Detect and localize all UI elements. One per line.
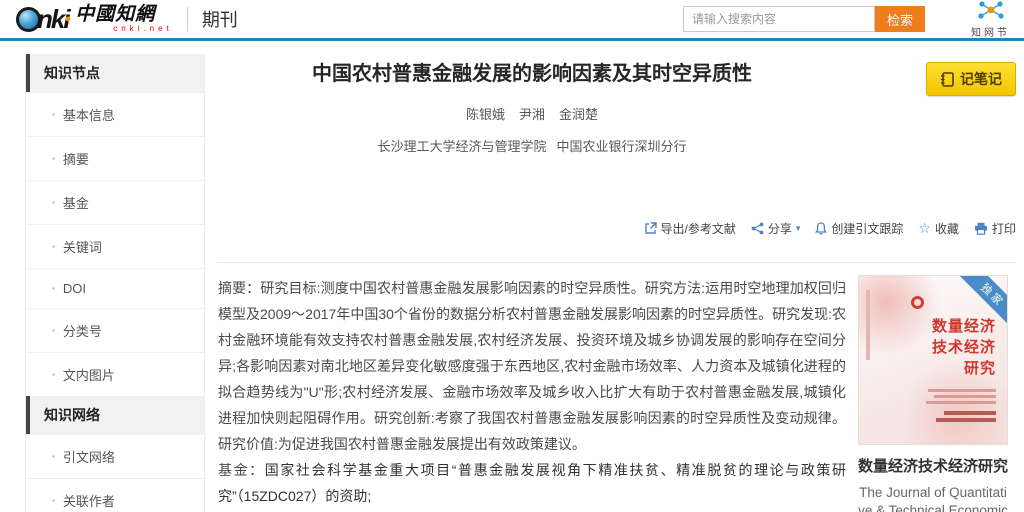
cover-art — [858, 275, 941, 356]
sidebar-item-fund[interactable]: ▪ 基金 — [26, 180, 204, 224]
article-body: 摘要：研究目标:测度中国农村普惠金融发展影响因素的时空异质性。研究方法:运用时空… — [218, 263, 846, 512]
journal-name-en: The Journal of Quantitative & Technical … — [858, 484, 1008, 512]
sidebar-item-citation-network[interactable]: ▪ 引文网络 — [26, 434, 204, 478]
star-icon: ☆ — [918, 221, 931, 235]
bullet-icon: ▪ — [52, 154, 55, 163]
fund-label: 基金： — [218, 462, 265, 478]
node-logo-label: 知网节 — [971, 29, 1010, 39]
article-toolbar: 导出/参考文献 分享 ▾ 创建引文跟踪 — [218, 203, 1016, 263]
sidebar-item-keywords[interactable]: ▪ 关键词 — [26, 224, 204, 268]
share-button[interactable]: 分享 ▾ — [751, 220, 801, 237]
author-link[interactable]: 金润楚 — [559, 107, 598, 122]
abstract-paragraph: 摘要：研究目标:测度中国农村普惠金融发展影响因素的时空异质性。研究方法:运用时空… — [218, 275, 846, 457]
bullet-icon: ▪ — [52, 284, 55, 293]
bullet-icon: ▪ — [52, 198, 55, 207]
top-header: nki● 中國知網 cnki.net 期刊 检索 知网节 — [0, 0, 1024, 41]
affiliation-link[interactable]: 长沙理工大学经济与管理学院 — [377, 139, 546, 154]
sidebar-section-knowledge-nodes: 知识节点 — [26, 54, 204, 92]
affiliation-link[interactable]: 中国农业银行深圳分行 — [557, 139, 687, 154]
abstract-text: 研究目标:测度中国农村普惠金融发展影响因素的时空异质性。研究方法:运用时空地理加… — [218, 280, 846, 452]
author-link[interactable]: 陈银娥 — [466, 107, 505, 122]
sidebar-section-knowledge-network: 知识网络 — [26, 396, 204, 434]
cover-art — [866, 290, 870, 360]
citation-alert-button[interactable]: 创建引文跟踪 — [815, 220, 903, 237]
affiliation-list: 长沙理工大学经济与管理学院中国农业银行深圳分行 — [218, 136, 846, 155]
sidebar-item-doi[interactable]: ▪ DOI — [26, 268, 204, 308]
notebook-icon — [940, 72, 954, 87]
cnki-logo[interactable]: nki● 中國知網 cnki.net — [16, 4, 173, 35]
print-button[interactable]: 打印 — [974, 220, 1016, 237]
cover-art — [936, 408, 996, 422]
journal-name-cn[interactable]: 数量经济技术经济研究 — [858, 457, 1008, 477]
cnki-chinese-name: 中國知網 — [75, 3, 155, 25]
sidebar: 知识节点 ▪ 基本信息 ▪ 摘要 ▪ 基金 ▪ 关键词 ▪ DOI ▪ 分类号 … — [25, 54, 205, 512]
fund-link[interactable]: 国家社会科学基金重大项目“普惠金融发展视角下精准扶贫、精准脱贫的理论与政策研究”… — [218, 462, 846, 504]
sidebar-item-abstract[interactable]: ▪ 摘要 — [26, 136, 204, 180]
bullet-icon: ▪ — [52, 326, 55, 335]
journal-panel: 数量经济 技术经济 研究 独家 数量经济技术经济研究 The Journal o… — [858, 263, 1016, 512]
bullet-icon: ▪ — [52, 452, 55, 461]
favorite-button[interactable]: ☆ 收藏 — [918, 220, 959, 237]
bullet-icon: ▪ — [52, 110, 55, 119]
cnki-node-logo[interactable]: 知网节 — [971, 0, 1010, 39]
search-button[interactable]: 检索 — [875, 6, 925, 32]
bullet-icon: ▪ — [52, 242, 55, 251]
journal-seal-icon — [911, 296, 924, 309]
share-icon — [751, 222, 764, 235]
channel-tab-journal[interactable]: 期刊 — [202, 6, 238, 32]
author-link[interactable]: 尹湘 — [519, 107, 545, 122]
take-notes-button[interactable]: 记笔记 — [926, 62, 1016, 96]
author-list: 陈银娥尹湘金润楚 — [218, 104, 846, 123]
sidebar-item-related-authors[interactable]: ▪ 关联作者 — [26, 478, 204, 512]
caret-down-icon: ▾ — [796, 223, 801, 234]
fund-paragraph: 基金：国家社会科学基金重大项目“普惠金融发展视角下精准扶贫、精准脱贫的理论与政策… — [218, 457, 846, 509]
cover-title: 数量经济 技术经济 研究 — [932, 316, 996, 379]
cnki-domain: cnki.net — [75, 25, 173, 33]
sidebar-item-basic-info[interactable]: ▪ 基本信息 — [26, 92, 204, 136]
export-icon — [644, 222, 657, 235]
logo-dot-icon: ● — [65, 13, 72, 25]
cover-art — [926, 386, 996, 404]
printer-icon — [974, 222, 988, 235]
article-header: 中国农村普惠金融发展的影响因素及其时空异质性 陈银娥尹湘金润楚 长沙理工大学经济… — [218, 54, 846, 188]
sidebar-item-classification[interactable]: ▪ 分类号 — [26, 308, 204, 352]
export-references-button[interactable]: 导出/参考文献 — [644, 220, 736, 237]
bullet-icon: ▪ — [52, 370, 55, 379]
header-divider — [187, 7, 188, 31]
journal-cover[interactable]: 数量经济 技术经济 研究 独家 — [858, 275, 1008, 445]
bullet-icon: ▪ — [52, 496, 55, 505]
abstract-label: 摘要： — [218, 280, 260, 296]
page-title: 中国农村普惠金融发展的影响因素及其时空异质性 — [218, 60, 846, 88]
search-input[interactable] — [683, 6, 875, 32]
bell-icon — [815, 222, 827, 235]
network-icon — [976, 0, 1006, 24]
sidebar-item-figures[interactable]: ▪ 文内图片 — [26, 352, 204, 396]
